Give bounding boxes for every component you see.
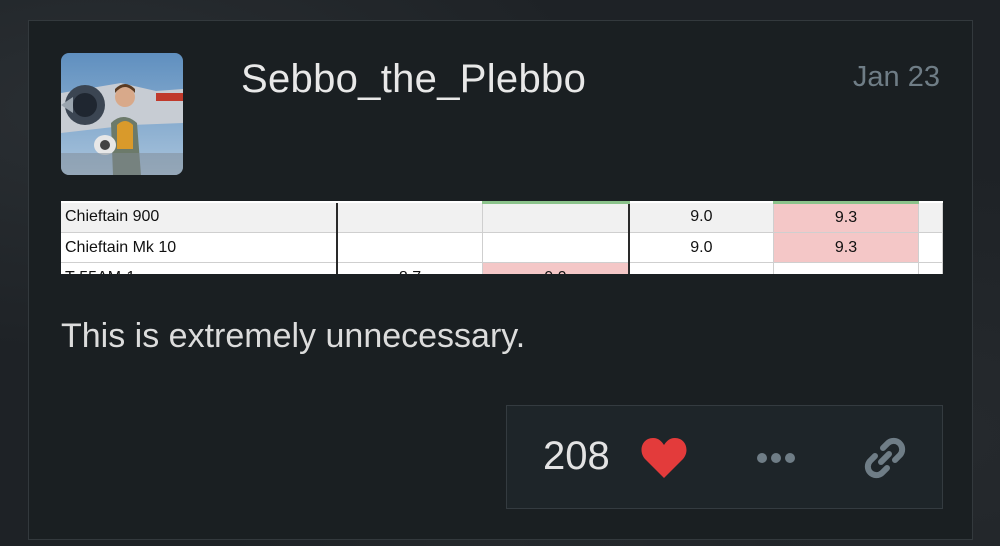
table-cell-highlight: 9.3 [773, 201, 919, 233]
table-cell [336, 232, 484, 263]
data-table: Chieftain 900 9.0 9.3 Chieftain Mk 10 9.… [61, 201, 943, 274]
table-cell-name: Chieftain Mk 10 [61, 232, 338, 263]
table-cell [482, 201, 630, 233]
like-button[interactable] [640, 436, 688, 480]
table-cell: 8.7 [336, 262, 484, 274]
heart-icon [641, 438, 687, 478]
table-cell [628, 262, 775, 274]
table-cell: 9.0 [628, 232, 775, 263]
username[interactable]: Sebbo_the_Plebbo [241, 57, 586, 102]
link-icon [864, 437, 906, 479]
table-cell [773, 262, 919, 274]
post-date[interactable]: Jan 23 [853, 61, 940, 94]
like-count[interactable]: 208 [543, 434, 610, 479]
table-cell [482, 232, 630, 263]
table-row: Chieftain Mk 10 9.0 9.3 [61, 232, 943, 263]
ellipsis-icon [757, 453, 795, 463]
more-options-button[interactable] [753, 438, 799, 478]
pilot-avatar-image [61, 53, 183, 175]
table-cell-name: T-55AM-1 [61, 262, 338, 274]
embedded-table-screenshot: Chieftain 900 9.0 9.3 Chieftain Mk 10 9.… [61, 201, 943, 274]
forum-post: Sebbo_the_Plebbo Jan 23 Chieftain 900 9.… [28, 20, 973, 540]
table-cell-highlight: 9.3 [773, 232, 919, 263]
table-row: T-55AM-1 8.7 9.0 [61, 262, 943, 274]
table-cell: 9.0 [628, 202, 775, 233]
share-link-button[interactable] [861, 434, 909, 482]
post-body: This is extremely unnecessary. [61, 317, 526, 355]
table-cell [336, 202, 484, 233]
table-cell [918, 262, 943, 274]
post-actions: 208 [506, 405, 943, 509]
table-cell [918, 232, 943, 263]
table-cell-name: Chieftain 900 [61, 202, 338, 233]
table-row: Chieftain 900 9.0 9.3 [61, 201, 943, 233]
user-avatar[interactable] [61, 53, 183, 175]
table-cell [918, 202, 943, 233]
table-cell-highlight: 9.0 [482, 262, 630, 274]
